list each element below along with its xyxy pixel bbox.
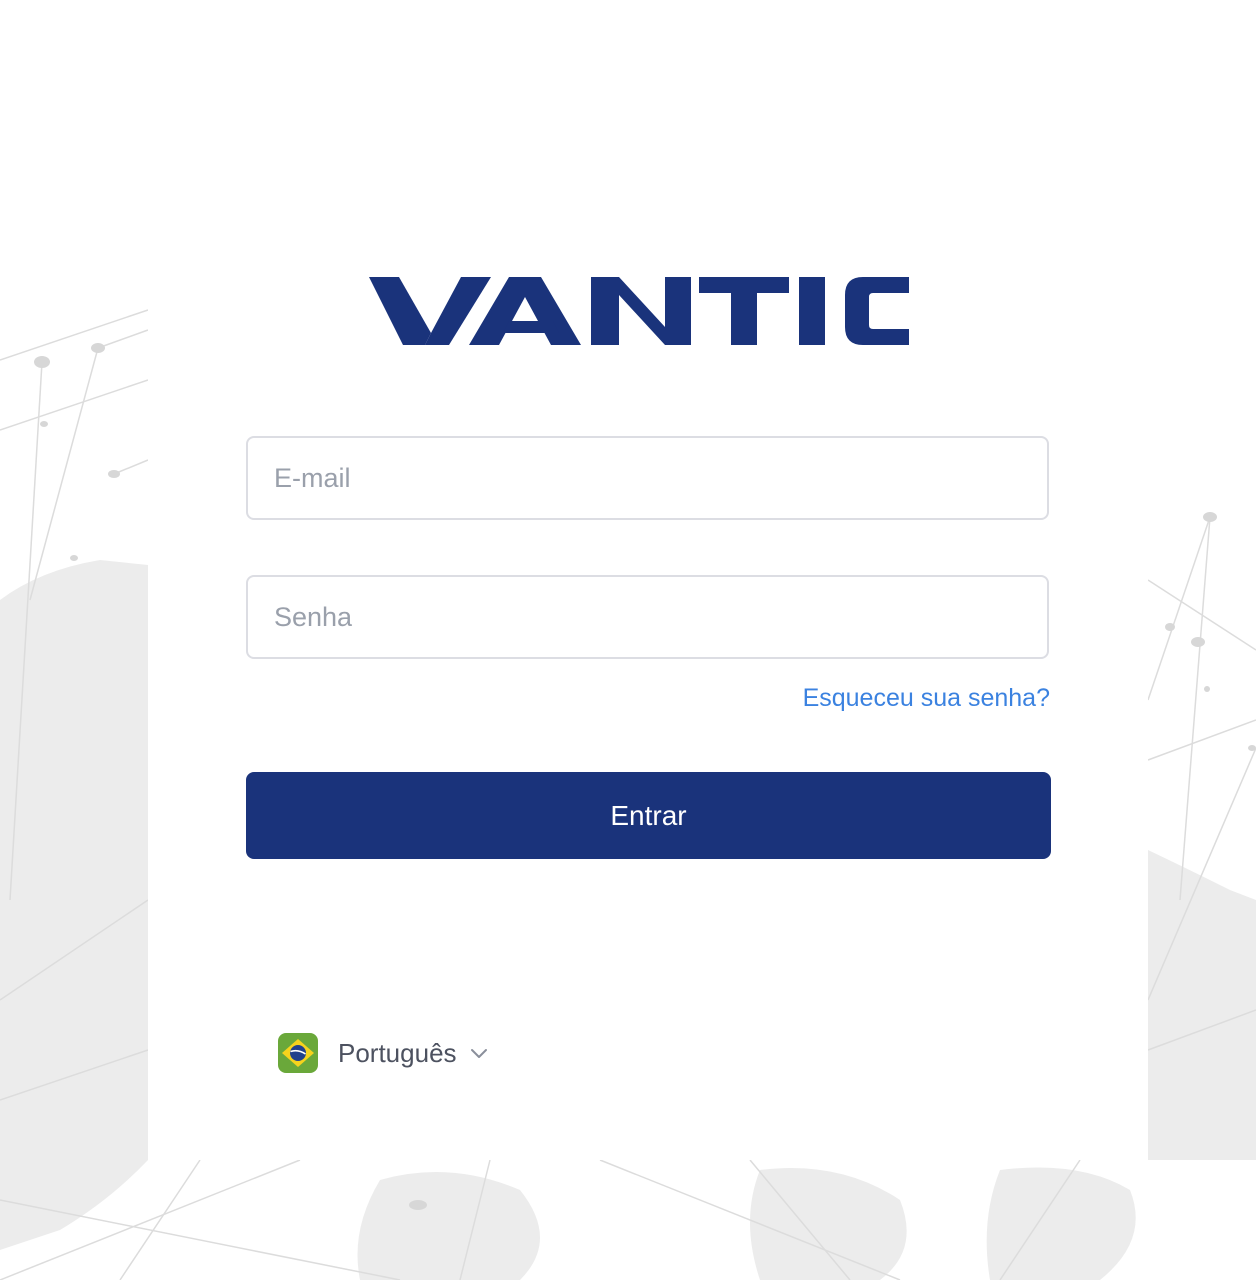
language-label: Português bbox=[338, 1037, 457, 1068]
chevron-down-icon bbox=[470, 1049, 487, 1058]
login-button[interactable]: Entrar bbox=[246, 772, 1051, 859]
forgot-password-link[interactable]: Esqueceu sua senha? bbox=[803, 684, 1050, 713]
vantico-logo bbox=[369, 277, 909, 345]
login-card: Esqueceu sua senha? Entrar Português bbox=[148, 0, 1148, 1160]
language-selector[interactable]: Português bbox=[278, 1033, 489, 1073]
email-input[interactable] bbox=[246, 436, 1049, 520]
brazil-flag-icon bbox=[278, 1033, 318, 1073]
password-input[interactable] bbox=[246, 575, 1049, 659]
